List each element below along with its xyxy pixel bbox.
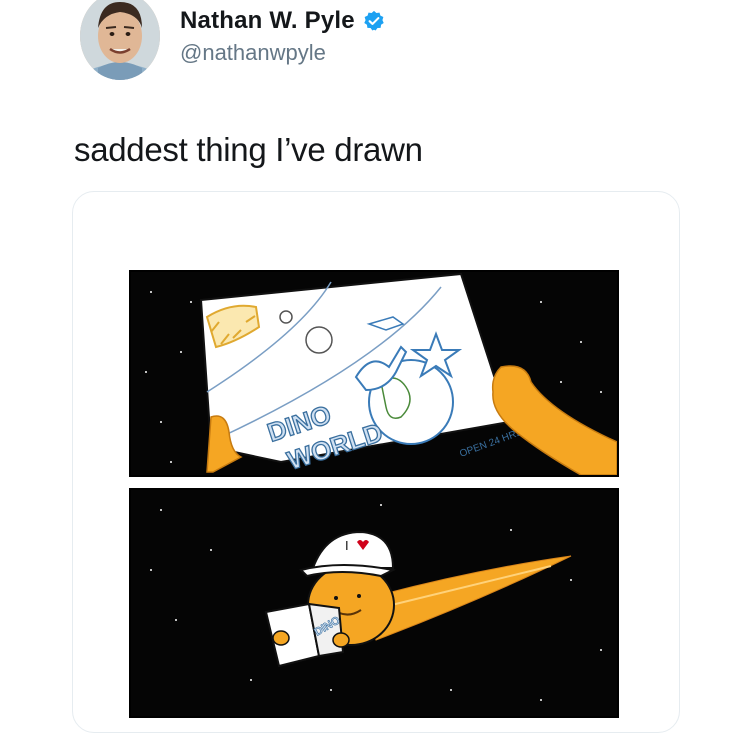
author-row[interactable]: Nathan W. Pyle	[180, 6, 385, 36]
avatar-image	[80, 0, 160, 80]
author-handle[interactable]: @nathanwpyle	[180, 40, 326, 66]
comic-panel-2: I DINO	[129, 488, 619, 718]
verified-badge-icon	[363, 10, 385, 32]
cap-text: I	[345, 538, 349, 553]
author-name[interactable]: Nathan W. Pyle	[180, 7, 355, 35]
avatar[interactable]	[80, 0, 160, 80]
comic-panel-1: DINO WORLD OPEN 24 HRS	[129, 270, 619, 477]
tweet-text: saddest thing I’ve drawn	[74, 131, 423, 168]
